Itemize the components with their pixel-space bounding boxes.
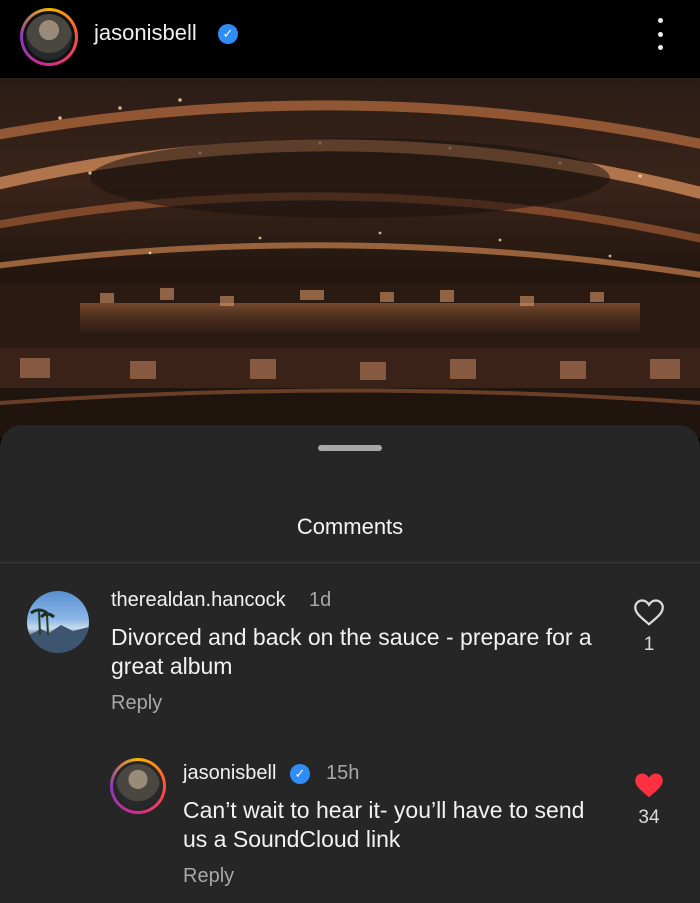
- like-count: 34: [638, 807, 660, 828]
- reply-username[interactable]: jasonisbell: [183, 762, 276, 785]
- comment-time: 1d: [309, 589, 332, 611]
- comment-username[interactable]: therealdan.hancock: [111, 589, 286, 612]
- reply-text-line-1: Can’t wait to hear it- you’ll have to se…: [183, 797, 585, 823]
- sheet-drag-handle[interactable]: [318, 445, 382, 451]
- avatar-photo: [26, 14, 72, 60]
- comment-text-line-2: great album: [111, 653, 233, 679]
- post-header: jasonisbell ✓: [0, 0, 700, 78]
- reply-time: 15h: [326, 762, 360, 784]
- comment-text-line-1: Divorced and back on the sauce - prepare…: [111, 624, 592, 650]
- avatar-photo: [116, 764, 160, 808]
- theater-image: [0, 98, 700, 438]
- sheet-title: Comments: [296, 514, 404, 539]
- comments-sheet: Comments therealdan.hancock 1d Divorced …: [0, 425, 700, 903]
- verified-badge-icon: ✓: [290, 764, 310, 784]
- more-options-icon[interactable]: [649, 18, 671, 50]
- reply-button[interactable]: Reply: [111, 692, 162, 715]
- commenter-avatar[interactable]: [27, 591, 89, 653]
- heart-filled-icon[interactable]: [634, 772, 664, 800]
- divider: [0, 562, 700, 563]
- reply-avatar[interactable]: [110, 758, 166, 814]
- avatar-photo: [27, 608, 89, 653]
- like-count: 1: [643, 634, 655, 655]
- reply-button[interactable]: Reply: [183, 865, 234, 888]
- heart-outline-icon[interactable]: [634, 599, 664, 627]
- post-image: [0, 78, 700, 438]
- reply-text-line-2: us a SoundCloud link: [183, 826, 401, 852]
- header-username[interactable]: jasonisbell: [94, 20, 197, 46]
- verified-badge-icon: ✓: [218, 24, 238, 44]
- profile-avatar[interactable]: [20, 8, 78, 66]
